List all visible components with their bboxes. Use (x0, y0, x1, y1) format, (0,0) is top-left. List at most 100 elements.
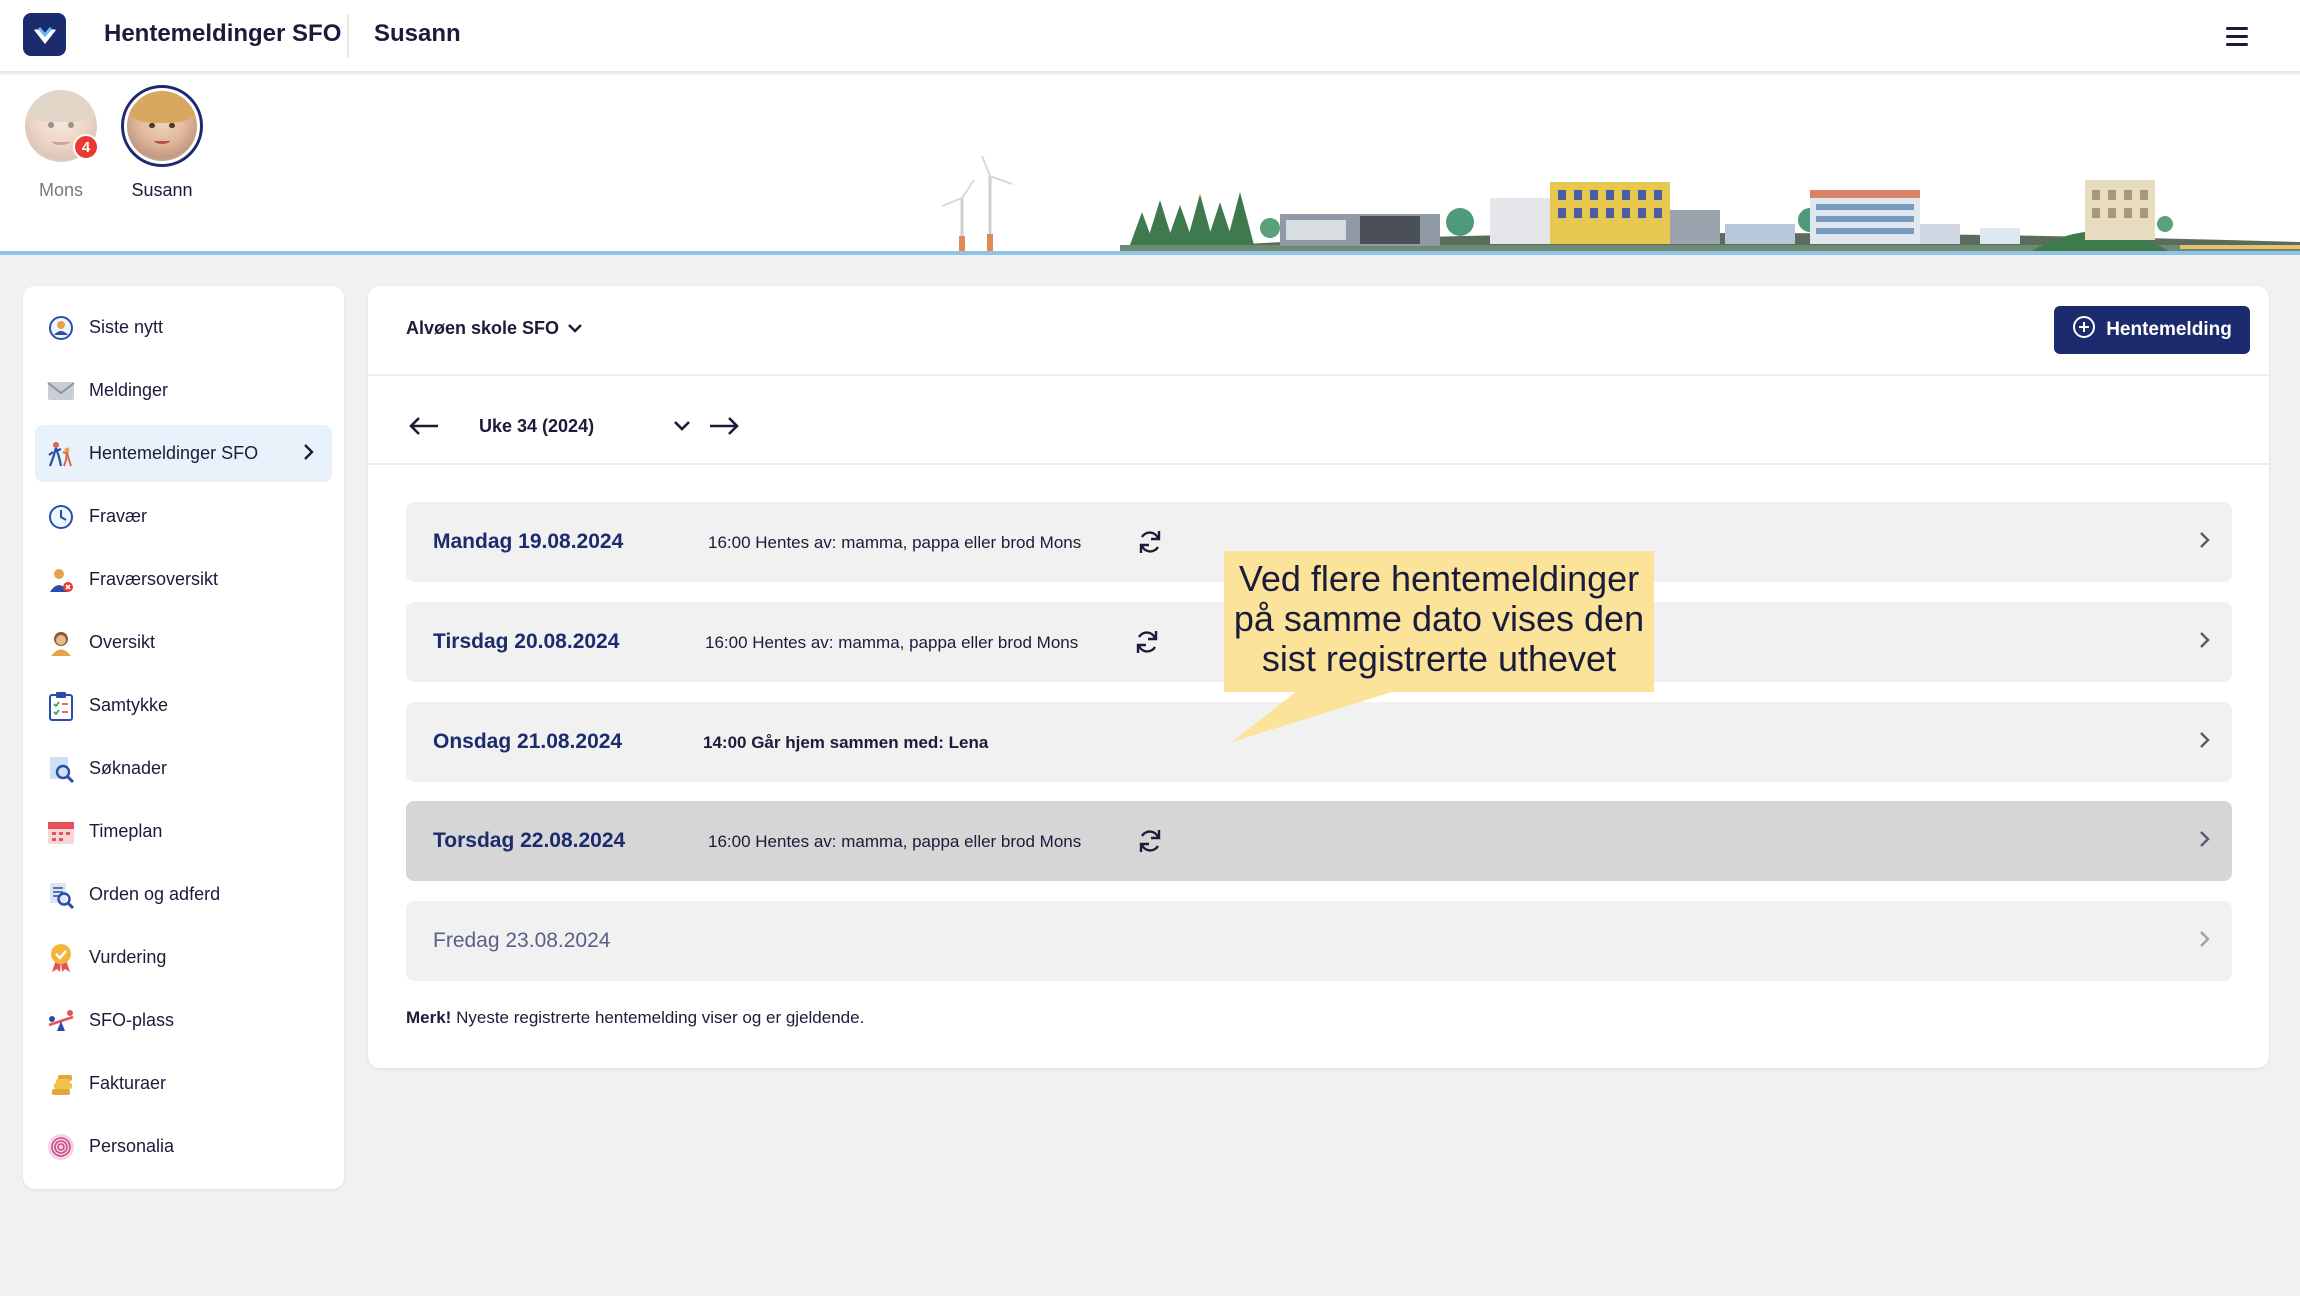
clipboard-icon (47, 691, 75, 721)
plus-circle-icon (2072, 315, 2096, 345)
sidebar-item-orden-og-adferd[interactable]: Orden og adferd (35, 866, 332, 923)
chevron-right-icon (2198, 829, 2210, 854)
day-pickup-info: 16:00 Hentes av: mamma, pappa eller brod… (708, 533, 1082, 552)
panel-divider (368, 463, 2269, 465)
chevron-down-icon (567, 318, 583, 339)
clock-icon (47, 503, 75, 531)
hamburger-menu-button[interactable] (2226, 22, 2254, 50)
sidebar-item-label: Fakturaer (89, 1073, 167, 1093)
sidebar-item-personalia[interactable]: Personalia (35, 1118, 332, 1175)
sidebar-item-siste-nytt[interactable]: Siste nytt (35, 299, 332, 356)
day-pickup-info: 16:00 Hentes av: mamma, pappa eller brod… (705, 633, 1079, 652)
calendar-icon (47, 818, 75, 846)
top-bar: Hentemeldinger SFO Susann (0, 0, 2300, 73)
coins-icon (47, 1070, 75, 1098)
chevron-right-icon (302, 443, 314, 466)
arrow-right-icon (710, 417, 739, 435)
sidebar-item-label: Siste nytt (89, 317, 164, 337)
news-icon (47, 314, 75, 342)
note-body: Nyeste registrerte hentemelding viser og… (451, 1008, 865, 1027)
sidebar-item-fravaer[interactable]: Fravær (35, 488, 332, 545)
chevron-right-icon (2198, 630, 2210, 655)
chevron-right-icon (2198, 730, 2210, 755)
panel-divider (368, 374, 2269, 376)
magnifier-document-icon (47, 881, 75, 909)
sidebar-item-label: Hentemeldinger SFO (89, 443, 259, 463)
school-name: Alvøen skole SFO (406, 318, 560, 338)
callout-line: på samme dato vises den (1233, 598, 1645, 639)
sidebar-item-label: Søknader (89, 758, 168, 778)
child-selector-susann[interactable]: Susann (112, 85, 212, 201)
arrow-left-icon (409, 417, 438, 435)
sidebar-item-oversikt[interactable]: Oversikt (35, 614, 332, 671)
chevron-down-icon (674, 421, 690, 431)
sidebar-item-label: Orden og adferd (89, 884, 221, 904)
child-name: Mons (38, 180, 83, 200)
week-label: Uke 34 (2024) (479, 416, 595, 436)
sidebar-item-label: Fravær (89, 506, 147, 526)
absence-person-icon (47, 566, 75, 594)
sidebar-item-vurdering[interactable]: Vurdering (35, 929, 332, 986)
seesaw-icon (47, 1007, 75, 1035)
tooltip-callout: Ved flere hentemeldinger på samme dato v… (1224, 551, 1654, 692)
hamburger-icon (2226, 26, 2248, 30)
callout-tail (1232, 690, 1398, 742)
sidebar-nav: Siste nytt Meldinger Hentemeldinger SFO … (23, 286, 344, 1189)
day-date: Fredag 23.08.2024 (433, 929, 611, 952)
avatar: 4 (25, 90, 99, 162)
chevron-right-icon (2198, 530, 2210, 555)
child-selector-mons[interactable]: 4 Mons (11, 90, 111, 201)
day-date: Onsdag 21.08.2024 (433, 730, 623, 753)
sidebar-item-label: Meldinger (89, 380, 169, 400)
title-divider (347, 14, 349, 58)
sidebar-item-samtykke[interactable]: Samtykke (35, 677, 332, 734)
sidebar-item-fakturaer[interactable]: Fakturaer (35, 1055, 332, 1112)
app-title: Hentemeldinger SFO (104, 20, 342, 47)
app-logo-icon[interactable] (23, 13, 66, 56)
sidebar-item-label: Vurdering (89, 947, 167, 967)
sidebar-item-label: SFO-plass (89, 1010, 175, 1030)
week-navigator: Uke 34 (2024) (406, 402, 806, 450)
sidebar-item-label: Samtykke (89, 695, 169, 715)
new-pickup-message-button[interactable]: Hentemelding (2054, 306, 2250, 354)
day-date: Torsdag 22.08.2024 (433, 829, 626, 852)
previous-week-button[interactable] (406, 408, 442, 444)
sidebar-item-hentemeldinger-sfo[interactable]: Hentemeldinger SFO (35, 425, 332, 482)
callout-line: sist registrerte uthevet (1261, 638, 1617, 679)
header-divider-line (0, 251, 2300, 255)
selected-child-title: Susann (374, 20, 461, 47)
next-week-button[interactable] (706, 408, 742, 444)
pickup-icon (47, 440, 75, 468)
day-pickup-info: 14:00 Går hjem sammen med: Lena (703, 733, 989, 752)
child-name: Susann (131, 180, 193, 200)
note-text: Merk! Nyeste registrerte hentemelding vi… (406, 1008, 864, 1028)
sidebar-item-label: Oversikt (89, 632, 156, 652)
school-selector-dropdown[interactable]: Alvøen skole SFO (406, 318, 583, 339)
day-row-friday[interactable]: Fredag 23.08.2024 (406, 901, 2232, 981)
person-icon (47, 629, 75, 657)
sidebar-item-meldinger[interactable]: Meldinger (35, 362, 332, 419)
search-document-icon (47, 755, 75, 783)
sidebar-item-fravaersoversikt[interactable]: Fraværsoversikt (35, 551, 332, 608)
chevron-right-icon (2198, 929, 2210, 954)
day-pickup-info: 16:00 Hentes av: mamma, pappa eller brod… (708, 832, 1082, 851)
sidebar-item-soknader[interactable]: Søknader (35, 740, 332, 797)
envelope-icon (47, 377, 75, 405)
note-label: Merk! (406, 1008, 452, 1027)
city-skyline-illustration (941, 155, 2300, 252)
sync-icon (1134, 628, 1160, 661)
callout-line: Ved flere hentemeldinger (1238, 558, 1640, 599)
medal-icon (47, 943, 75, 972)
day-date: Tirsdag 20.08.2024 (433, 630, 620, 653)
sidebar-item-label: Timeplan (89, 821, 163, 841)
week-picker-dropdown[interactable] (668, 412, 696, 440)
sync-icon (1137, 528, 1163, 561)
sidebar-item-sfo-plass[interactable]: SFO-plass (35, 992, 332, 1049)
sidebar-item-timeplan[interactable]: Timeplan (35, 803, 332, 860)
avatar (121, 85, 203, 167)
day-row-thursday[interactable]: Torsdag 22.08.2024 16:00 Hentes av: mamm… (406, 801, 2232, 881)
fingerprint-icon (47, 1133, 75, 1161)
day-date: Mandag 19.08.2024 (433, 530, 624, 553)
sidebar-item-label: Personalia (89, 1136, 175, 1156)
sync-icon (1137, 827, 1163, 860)
